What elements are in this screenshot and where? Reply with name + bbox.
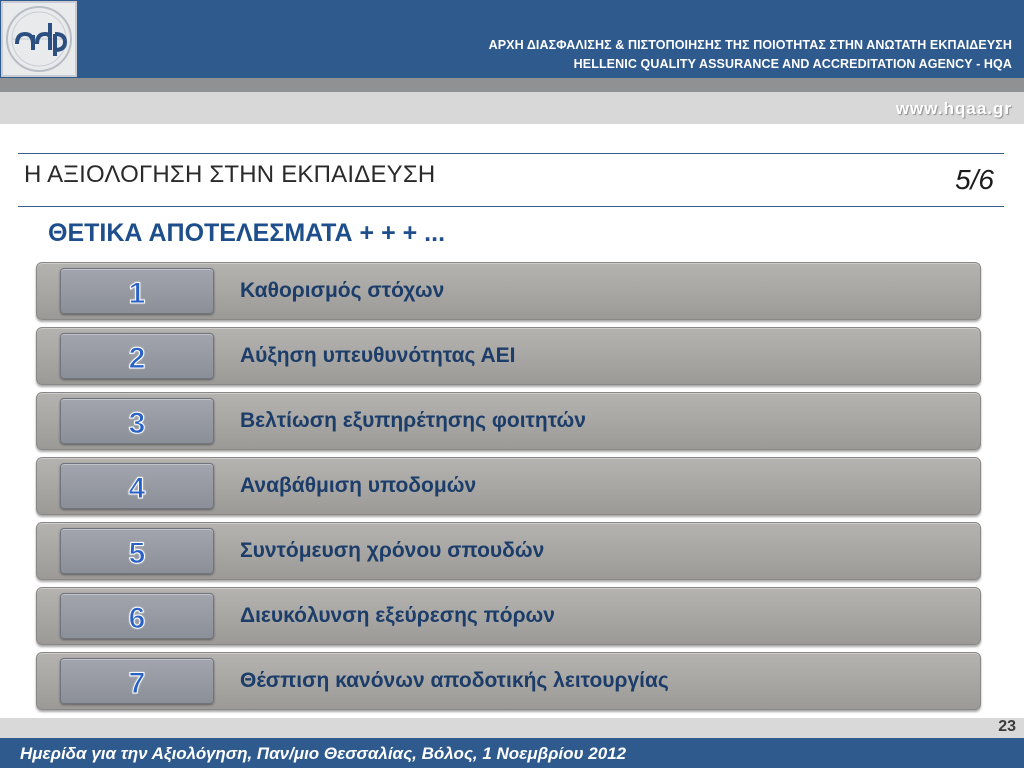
header-divider [0,78,1024,92]
item-number-box: 3 [60,398,214,444]
org-name-greek: ΑΡΧΗ ΔΙΑΣΦΑΛΙΣΗΣ & ΠΙΣΤΟΠΟΙΗΣΗΣ ΤΗΣ ΠΟΙΟ… [488,38,1012,52]
item-number-box: 7 [60,658,214,704]
item-number: 5 [128,537,146,571]
footer-event-text: Ημερίδα για την Αξιολόγηση, Παν/μιο Θεσσ… [20,744,627,763]
item-number: 1 [128,277,146,311]
item-label: Αναβάθμιση υποδομών [240,474,477,497]
list-item: 6 Διευκόλυνση εξεύρεσης πόρων [36,587,981,645]
header-bar: ΑΡΧΗ ΔΙΑΣΦΑΛΙΣΗΣ & ΠΙΣΤΟΠΟΙΗΣΗΣ ΤΗΣ ΠΟΙΟ… [0,0,1024,78]
slide-number: 23 [998,718,1016,735]
item-label: Αύξηση υπευθυνότητας ΑΕΙ [240,344,516,367]
adip-logo-icon [1,1,77,77]
item-number: 4 [128,472,146,506]
item-number: 3 [128,407,146,441]
organization-name: ΑΡΧΗ ΔΙΑΣΦΑΛΙΣΗΣ & ΠΙΣΤΟΠΟΙΗΣΗΣ ΤΗΣ ΠΟΙΟ… [489,36,1012,74]
page-fraction: 5/6 [955,164,994,195]
footer-band [0,718,1024,738]
item-number: 6 [128,602,146,636]
item-label: Καθορισμός στόχων [240,279,445,302]
results-list: 1 Καθορισμός στόχων 2 Αύξηση υπευθυνότητ… [36,262,981,717]
list-item: 3 Βελτίωση εξυπηρέτησης φοιτητών [36,392,981,450]
slide: ΑΡΧΗ ΔΙΑΣΦΑΛΙΣΗΣ & ΠΙΣΤΟΠΟΙΗΣΗΣ ΤΗΣ ΠΟΙΟ… [0,0,1024,768]
item-label: Θέσπιση κανόνων αποδοτικής λειτουργίας [240,669,669,692]
item-number-box: 6 [60,593,214,639]
item-label: Βελτίωση εξυπηρέτησης φοιτητών [240,409,586,432]
item-number-box: 1 [60,268,214,314]
list-item: 7 Θέσπιση κανόνων αποδοτικής λειτουργίας [36,652,981,710]
item-number: 2 [128,342,146,376]
item-number-box: 2 [60,333,214,379]
item-label: Συντόμευση χρόνου σπουδών [240,539,545,562]
item-number-box: 4 [60,463,214,509]
item-label: Διευκόλυνση εξεύρεσης πόρων [240,604,555,627]
list-item: 1 Καθορισμός στόχων [36,262,981,320]
list-item: 2 Αύξηση υπευθυνότητας ΑΕΙ [36,327,981,385]
title-rule-top [18,153,1004,154]
item-number: 7 [128,667,146,701]
list-item: 4 Αναβάθμιση υποδομών [36,457,981,515]
org-name-english: HELLENIC QUALITY ASSURANCE AND ACCREDITA… [573,57,1012,71]
website-band [0,92,1024,124]
slide-subtitle: ΘΕΤΙΚΑ ΑΠΟΤΕΛΕΣΜΑΤΑ + + + ... [48,219,446,247]
list-item: 5 Συντόμευση χρόνου σπουδών [36,522,981,580]
slide-title: Η ΑΞΙΟΛΟΓΗΣΗ ΣΤΗΝ ΕΚΠΑΙΔΕΥΣΗ [24,161,436,188]
title-rule-bottom [18,206,1004,207]
item-number-box: 5 [60,528,214,574]
website-link[interactable]: www.hqaa.gr [896,99,1012,119]
